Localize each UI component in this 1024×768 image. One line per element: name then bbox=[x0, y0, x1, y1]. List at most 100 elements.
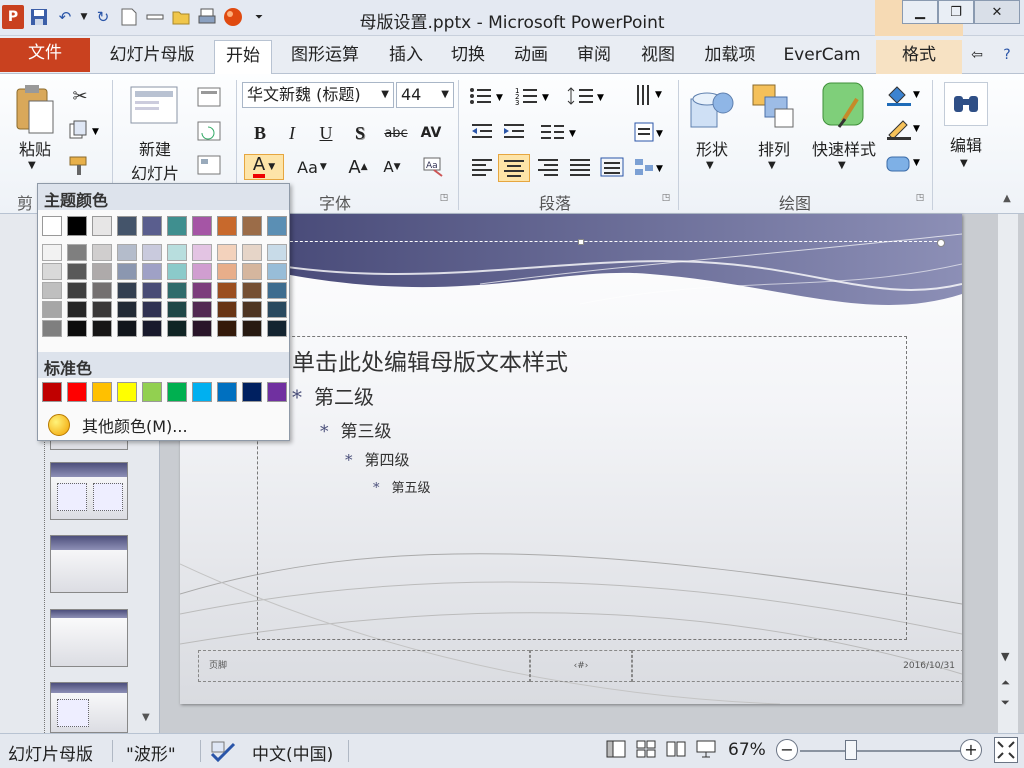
drawing-dialog-launcher-icon[interactable]: ◳ bbox=[914, 192, 926, 204]
justify-icon[interactable] bbox=[566, 154, 594, 180]
numbering-icon[interactable]: 1 2 3 ▼ bbox=[514, 84, 554, 108]
chevron-down-icon[interactable]: ▼ bbox=[381, 83, 389, 107]
theme-shade-swatch[interactable] bbox=[242, 263, 262, 280]
shapes-icon[interactable] bbox=[686, 80, 738, 134]
standard-color-swatch[interactable] bbox=[92, 382, 112, 402]
increase-indent-icon[interactable] bbox=[500, 120, 530, 144]
thumbnail-scroll-down-icon[interactable]: ▼ bbox=[142, 712, 150, 723]
theme-shade-swatch[interactable] bbox=[192, 244, 212, 261]
scroll-down-icon[interactable]: ▼ bbox=[1001, 650, 1009, 663]
theme-shade-swatch[interactable] bbox=[117, 244, 137, 261]
reading-view-icon[interactable] bbox=[666, 740, 686, 763]
theme-shade-swatch[interactable] bbox=[142, 282, 162, 299]
theme-color-swatch[interactable] bbox=[267, 216, 287, 236]
theme-shade-swatch[interactable] bbox=[217, 244, 237, 261]
vertical-scrollbar[interactable]: ▼ ⏶ ⏷ bbox=[998, 214, 1018, 733]
zoom-in-button[interactable]: + bbox=[960, 739, 982, 761]
next-slide-icon[interactable]: ⏷ bbox=[1001, 696, 1010, 710]
theme-shade-swatch[interactable] bbox=[167, 282, 187, 299]
language-label[interactable]: 中文(中国) bbox=[252, 740, 333, 765]
collapse-ribbon-icon[interactable]: ▲ bbox=[1000, 192, 1014, 204]
strikethrough-button[interactable]: abc bbox=[380, 120, 412, 146]
format-painter-icon[interactable] bbox=[66, 154, 94, 178]
italic-button[interactable]: I bbox=[278, 120, 306, 146]
close-button[interactable]: ✕ bbox=[974, 0, 1020, 24]
new-slide-label-2[interactable]: 幻灯片 bbox=[120, 160, 190, 184]
find-binoculars-icon[interactable] bbox=[944, 82, 988, 126]
theme-shade-swatch[interactable] bbox=[92, 282, 112, 299]
tab-file[interactable]: 文件 bbox=[0, 38, 90, 72]
clear-formatting-icon[interactable]: Aa bbox=[420, 154, 448, 180]
theme-shade-swatch[interactable] bbox=[267, 263, 287, 280]
tab-view[interactable]: 视图 bbox=[628, 40, 688, 74]
theme-shade-swatch[interactable] bbox=[117, 263, 137, 280]
slide-master-canvas[interactable]: 单击此处编辑母版文本样式 * 第二级 * 第三级 * 第四级 * 第五级 页脚 ‹#› … bbox=[180, 214, 962, 704]
layout-thumbnail[interactable] bbox=[50, 535, 128, 593]
shape-fill-icon[interactable]: ▼ bbox=[884, 82, 924, 108]
new-slide-icon[interactable] bbox=[126, 82, 182, 132]
align-left-icon[interactable] bbox=[468, 154, 496, 180]
smartart-icon[interactable]: ▼ bbox=[632, 154, 666, 180]
tab-addins[interactable]: 加载项 bbox=[694, 40, 766, 74]
standard-color-swatch[interactable] bbox=[167, 382, 187, 402]
zoom-out-button[interactable]: − bbox=[776, 739, 798, 761]
slide-number-placeholder[interactable]: ‹#› bbox=[530, 650, 632, 682]
theme-shade-swatch[interactable] bbox=[167, 320, 187, 337]
slide-sorter-icon[interactable] bbox=[636, 740, 656, 763]
help-icon[interactable]: ? bbox=[996, 40, 1018, 74]
theme-shade-swatch[interactable] bbox=[192, 263, 212, 280]
grow-font-button[interactable]: A ▲ bbox=[344, 154, 372, 180]
minimize-button[interactable]: ▁ bbox=[902, 0, 938, 24]
theme-name-label[interactable]: "波形" bbox=[126, 740, 176, 765]
resize-handle[interactable] bbox=[578, 239, 584, 245]
shape-outline-icon[interactable]: ▼ bbox=[884, 116, 924, 142]
standard-color-swatch[interactable] bbox=[117, 382, 137, 402]
arrange-label[interactable]: 排列 bbox=[748, 136, 800, 160]
font-dialog-launcher-icon[interactable]: ◳ bbox=[438, 192, 450, 204]
standard-color-swatch[interactable] bbox=[142, 382, 162, 402]
normal-view-icon[interactable] bbox=[606, 740, 626, 763]
tab-home[interactable]: 开始 bbox=[214, 40, 272, 75]
tab-evercam[interactable]: EverCam bbox=[776, 40, 868, 74]
layout-thumbnail[interactable] bbox=[50, 462, 128, 520]
slideshow-icon[interactable] bbox=[696, 740, 716, 763]
theme-shade-swatch[interactable] bbox=[142, 263, 162, 280]
theme-shade-swatch[interactable] bbox=[192, 320, 212, 337]
theme-color-swatch[interactable] bbox=[92, 216, 112, 236]
theme-shade-swatch[interactable] bbox=[92, 244, 112, 261]
date-placeholder[interactable]: 2016/10/31 bbox=[632, 650, 962, 682]
tab-transitions[interactable]: 切换 bbox=[440, 40, 496, 74]
restore-button[interactable]: ❐ bbox=[938, 0, 974, 24]
chevron-down-icon[interactable]: ▼ bbox=[838, 160, 846, 171]
theme-shade-swatch[interactable] bbox=[42, 301, 62, 318]
editing-label[interactable]: 编辑 bbox=[936, 132, 996, 156]
theme-shade-swatch[interactable] bbox=[267, 301, 287, 318]
theme-shade-swatch[interactable] bbox=[67, 263, 87, 280]
tab-insert[interactable]: 插入 bbox=[378, 40, 434, 74]
zoom-slider-track[interactable] bbox=[800, 750, 965, 752]
bold-button[interactable]: B bbox=[246, 120, 274, 146]
theme-shade-swatch[interactable] bbox=[117, 282, 137, 299]
new-slide-label-1[interactable]: 新建 bbox=[120, 136, 190, 160]
theme-color-swatch[interactable] bbox=[142, 216, 162, 236]
footer-placeholder[interactable]: 页脚 bbox=[198, 650, 530, 682]
theme-shade-swatch[interactable] bbox=[242, 244, 262, 261]
theme-shade-swatch[interactable] bbox=[117, 320, 137, 337]
align-right-icon[interactable] bbox=[534, 154, 562, 180]
shadow-button[interactable]: S bbox=[346, 120, 374, 146]
theme-shade-swatch[interactable] bbox=[42, 263, 62, 280]
layout-icon[interactable] bbox=[196, 86, 222, 108]
standard-color-swatch[interactable] bbox=[192, 382, 212, 402]
theme-shade-swatch[interactable] bbox=[67, 301, 87, 318]
tab-format[interactable]: 格式 bbox=[876, 40, 962, 74]
theme-shade-swatch[interactable] bbox=[167, 263, 187, 280]
theme-shade-swatch[interactable] bbox=[142, 301, 162, 318]
theme-shade-swatch[interactable] bbox=[217, 320, 237, 337]
theme-shade-swatch[interactable] bbox=[42, 320, 62, 337]
resize-handle[interactable] bbox=[937, 239, 945, 247]
layout-thumbnail[interactable] bbox=[50, 609, 128, 667]
theme-color-swatch[interactable] bbox=[42, 216, 62, 236]
chevron-down-icon[interactable]: ▼ bbox=[441, 83, 449, 107]
theme-shade-swatch[interactable] bbox=[242, 320, 262, 337]
decrease-indent-icon[interactable] bbox=[468, 120, 498, 144]
